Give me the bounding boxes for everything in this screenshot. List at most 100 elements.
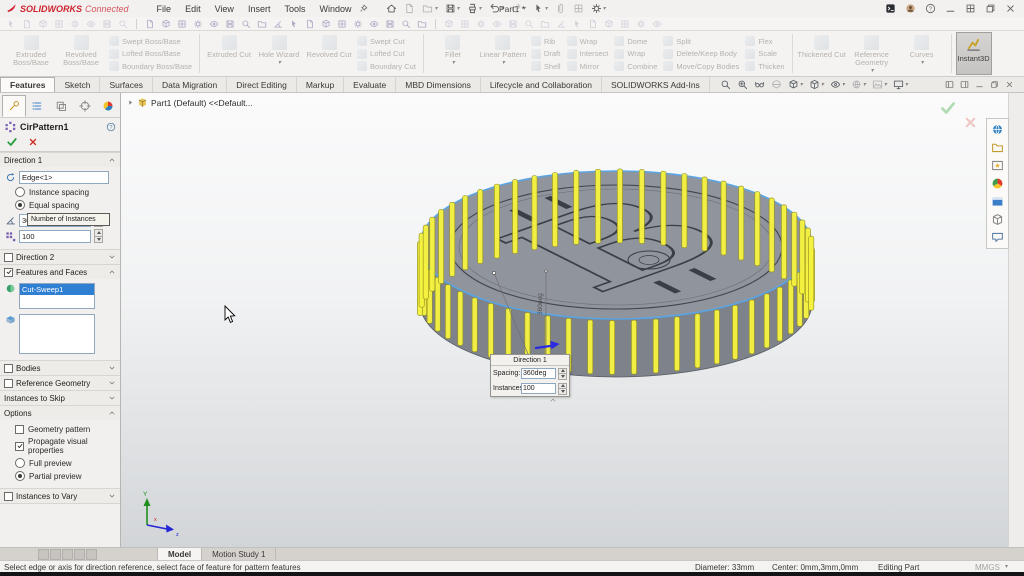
dropdown-caret-icon[interactable]: ▾: [800, 82, 803, 88]
apply-scene-button[interactable]: ▾: [872, 79, 887, 90]
taskpane-forum-button[interactable]: [991, 231, 1004, 244]
full-preview-radio[interactable]: [15, 458, 25, 468]
propertymanager-tab[interactable]: [2, 95, 26, 117]
qa-options-settings-button[interactable]: ▾: [591, 3, 606, 14]
ribbon-reference-geometry-button[interactable]: Reference Geometry▾: [847, 32, 897, 75]
ribbon-dome-button[interactable]: Dome: [614, 35, 657, 47]
ribbon-thickened-cut-button[interactable]: Thickened Cut: [797, 32, 847, 75]
toolbar-icon-1-6[interactable]: [86, 19, 96, 29]
dropdown-caret-icon[interactable]: ▾: [479, 6, 482, 12]
configurationmanager-tab[interactable]: [49, 95, 73, 117]
tab-lifecycle-and-collaboration[interactable]: Lifecycle and Collaboration: [481, 77, 602, 92]
ribbon-wrap-button[interactable]: Wrap: [614, 48, 657, 60]
toolbar-icon-3-2[interactable]: [460, 19, 470, 29]
toolbar-icon-3-5[interactable]: [508, 19, 518, 29]
direction1-callout[interactable]: Direction 1 Spacing: 360deg Instances: 1…: [490, 354, 570, 397]
toolbar-icon-2-6[interactable]: [225, 19, 235, 29]
geometry-pattern-checkbox[interactable]: [15, 425, 24, 434]
dropdown-caret-icon[interactable]: ▾: [871, 68, 874, 74]
menu-file[interactable]: File: [157, 4, 172, 14]
ribbon-linear-pattern-button[interactable]: Linear Pattern▾: [478, 32, 528, 75]
toolbar-icon-3-7[interactable]: [540, 19, 550, 29]
flyout-feature-tree[interactable]: Part1 (Default) <<Default...: [127, 97, 253, 108]
toolbar-icon-1-5[interactable]: [70, 19, 80, 29]
toolbar-icon-2-10[interactable]: [289, 19, 299, 29]
propagate-visual-properties-checkbox[interactable]: [15, 442, 24, 451]
selected-feature-item[interactable]: Cut-Sweep1: [20, 284, 94, 295]
expand-tree-icon[interactable]: [127, 99, 134, 106]
user-avatar-button[interactable]: [905, 3, 916, 14]
taskpane-file-explorer-button[interactable]: [991, 195, 1004, 208]
dropdown-caret-icon[interactable]: ▾: [821, 82, 824, 88]
qa-undo-button[interactable]: ▾: [489, 3, 504, 14]
qa-new-document-button[interactable]: [404, 3, 415, 14]
tab-features[interactable]: Features: [0, 77, 55, 92]
ribbon-fillet-button[interactable]: Fillet▾: [428, 32, 478, 75]
ribbon-revolved-cut-button[interactable]: Revolved Cut: [304, 32, 354, 75]
section-view-button[interactable]: [771, 79, 782, 90]
ribbon-boundary-boss-base-button[interactable]: Boundary Boss/Base: [109, 60, 192, 72]
toolbar-icon-2-3[interactable]: [177, 19, 187, 29]
spacing-spinner[interactable]: [558, 368, 567, 380]
partial-preview-radio[interactable]: [15, 471, 25, 481]
close-doc-button[interactable]: [1005, 80, 1014, 89]
menu-window[interactable]: Window: [319, 4, 351, 14]
toolbar-icon-2-11[interactable]: [305, 19, 315, 29]
dropdown-caret-icon[interactable]: ▾: [842, 82, 845, 88]
section-instances-to-vary-header[interactable]: Instances to Vary: [0, 489, 120, 503]
bodies-checkbox[interactable]: [4, 364, 13, 373]
ribbon-extruded-cut-button[interactable]: Extruded Cut: [204, 32, 254, 75]
toolbar-icon-2-12[interactable]: [321, 19, 331, 29]
taskpane-custom-properties-button[interactable]: [991, 213, 1004, 226]
dropdown-caret-icon[interactable]: ▾: [452, 60, 455, 66]
confirm-ok-corner[interactable]: [939, 99, 957, 117]
features-list[interactable]: Cut-Sweep1: [19, 283, 95, 309]
dropdown-caret-icon[interactable]: ▾: [545, 6, 548, 12]
toolbar-icon-2-13[interactable]: [337, 19, 347, 29]
ribbon-extruded-boss-base-button[interactable]: Extruded Boss/Base: [6, 32, 56, 75]
tab-solidworks-add-ins[interactable]: SOLIDWORKS Add-Ins: [602, 77, 710, 92]
dropdown-caret-icon[interactable]: ▾: [278, 60, 281, 66]
toolbar-icon-2-9[interactable]: [273, 19, 283, 29]
ribbon-intersect-button[interactable]: Intersect: [567, 48, 609, 60]
ribbon-move-copy-bodies-button[interactable]: Move/Copy Bodies: [663, 60, 739, 72]
toolbar-icon-1-4[interactable]: [54, 19, 64, 29]
collapse-callout-icon[interactable]: [549, 396, 557, 404]
qa-home-button[interactable]: [386, 3, 397, 14]
view-settings-button[interactable]: ▾: [893, 79, 908, 90]
zoom-to-fit-button[interactable]: [720, 79, 731, 90]
bottom-tab-motion-study-1[interactable]: Motion Study 1: [202, 548, 276, 560]
toolbar-icon-3-1[interactable]: [444, 19, 454, 29]
qa-redo-button[interactable]: ▾: [511, 3, 526, 14]
toolbar-icon-1-1[interactable]: [6, 19, 16, 29]
zoom-to-area-button[interactable]: [737, 79, 748, 90]
toolbar-icon-3-6[interactable]: [524, 19, 534, 29]
ribbon-delete-keep-body-button[interactable]: Delete/Keep Body: [663, 48, 739, 60]
edit-appearance-button[interactable]: ▾: [851, 79, 866, 90]
toolbar-icon-3-11[interactable]: [604, 19, 614, 29]
ribbon-swept-cut-button[interactable]: Swept Cut: [357, 35, 416, 47]
ribbon-hole-wizard-button[interactable]: Hole Wizard▾: [254, 32, 304, 75]
ribbon-swept-boss-base-button[interactable]: Swept Boss/Base: [109, 35, 192, 47]
toolbar-icon-2-14[interactable]: [353, 19, 363, 29]
ribbon-curves-button[interactable]: Curves▾: [897, 32, 947, 75]
tab-evaluate[interactable]: Evaluate: [344, 77, 396, 92]
ribbon-boundary-cut-button[interactable]: Boundary Cut: [357, 60, 416, 72]
dropdown-caret-icon[interactable]: ▾: [434, 6, 437, 12]
close-app-button[interactable]: [1005, 3, 1016, 14]
dropdown-caret-icon[interactable]: ▾: [921, 60, 924, 66]
toolbar-icon-2-18[interactable]: [417, 19, 427, 29]
direction-reference-field[interactable]: Edge<1>: [19, 171, 109, 184]
console-button[interactable]: [885, 3, 896, 14]
view-orientation-button[interactable]: ▾: [788, 79, 803, 90]
qa-open-document-button[interactable]: ▾: [422, 3, 437, 14]
toolbar-icon-1-7[interactable]: [102, 19, 112, 29]
toolbar-icon-2-16[interactable]: [385, 19, 395, 29]
display-style-button[interactable]: ▾: [809, 79, 824, 90]
faces-list[interactable]: [19, 314, 95, 354]
units-caret-icon[interactable]: ▾: [1005, 563, 1008, 570]
featuremanager-tab[interactable]: [26, 95, 50, 117]
reference-geometry-checkbox[interactable]: [4, 379, 13, 388]
toolbar-icon-1-8[interactable]: [118, 19, 128, 29]
toolbar-icon-3-9[interactable]: [572, 19, 582, 29]
